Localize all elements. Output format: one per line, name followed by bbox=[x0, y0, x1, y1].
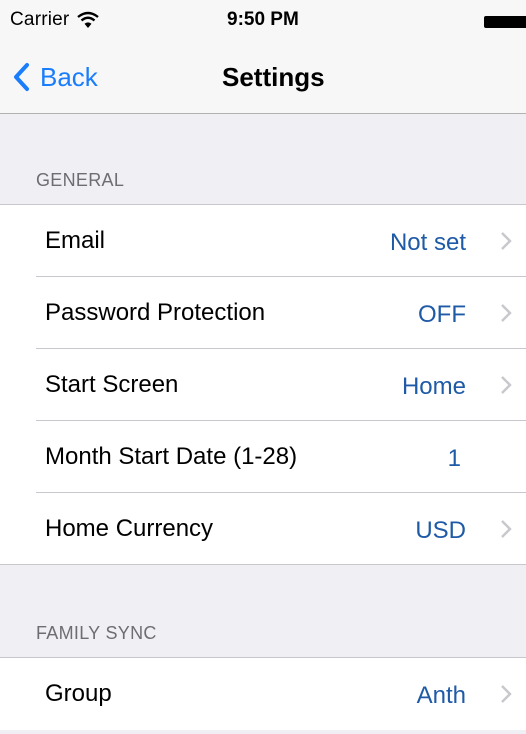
row-label: Email bbox=[45, 227, 106, 254]
back-button[interactable]: Back bbox=[12, 40, 98, 114]
chevron-right-icon bbox=[501, 232, 512, 250]
back-button-label: Back bbox=[40, 61, 98, 92]
row-value: Home bbox=[401, 373, 466, 400]
chevron-right-icon bbox=[501, 520, 512, 538]
settings-row-month-start-date[interactable]: Month Start Date (1-28) 1 bbox=[0, 421, 526, 493]
wifi-icon bbox=[77, 11, 100, 28]
settings-row-home-currency[interactable]: Home Currency USD bbox=[0, 493, 526, 565]
section-header-family-sync: FAMILY SYNC bbox=[36, 623, 157, 643]
row-value: 1 bbox=[447, 445, 461, 472]
row-value: OFF bbox=[418, 301, 466, 328]
settings-row-start-screen[interactable]: Start Screen Home bbox=[0, 349, 526, 421]
status-bar: Carrier 9:50 PM bbox=[0, 0, 526, 40]
row-divider bbox=[0, 564, 526, 565]
row-label: Month Start Date (1-28) bbox=[45, 443, 298, 470]
carrier-label: Carrier bbox=[10, 9, 70, 30]
chevron-left-icon bbox=[14, 63, 29, 91]
chevron-right-icon bbox=[501, 685, 512, 703]
row-label: Group bbox=[45, 680, 112, 707]
row-value: USD bbox=[415, 517, 466, 544]
settings-row-password-protection[interactable]: Password Protection OFF bbox=[0, 277, 526, 349]
chevron-right-icon bbox=[501, 376, 512, 394]
row-label: Home Currency bbox=[45, 515, 214, 542]
row-label: Start Screen bbox=[45, 371, 179, 398]
row-value: Anth bbox=[416, 682, 466, 709]
row-label: Password Protection bbox=[45, 299, 266, 326]
page-title: Settings bbox=[222, 62, 325, 92]
carrier-indicator: Carrier bbox=[10, 9, 100, 31]
settings-row-group[interactable]: Group Anth bbox=[0, 658, 526, 730]
status-time: 9:50 PM bbox=[227, 9, 299, 30]
battery-icon bbox=[484, 16, 526, 28]
row-value: Not set bbox=[389, 229, 466, 256]
chevron-right-icon bbox=[501, 304, 512, 322]
section-header-general: GENERAL bbox=[36, 170, 125, 190]
settings-row-email[interactable]: Email Not set bbox=[0, 205, 526, 277]
navigation-bar: Back Settings bbox=[0, 40, 526, 114]
